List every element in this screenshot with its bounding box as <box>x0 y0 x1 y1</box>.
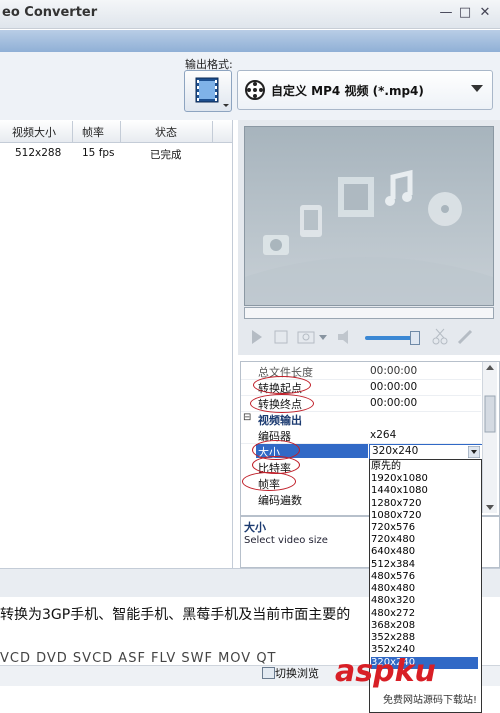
annotation-ellipse <box>242 472 296 491</box>
toolbar <box>0 30 500 52</box>
cut-icon[interactable] <box>432 328 448 345</box>
volume-icon[interactable] <box>338 330 348 344</box>
description-title: 大小 <box>244 521 266 534</box>
dropdown-option[interactable]: 720x480 <box>371 534 478 546</box>
group-toggle-icon[interactable]: ⊟ <box>243 412 251 423</box>
window-title: eo Converter <box>2 5 98 20</box>
size-select[interactable]: 320x240 <box>369 444 483 460</box>
property-scrollbar[interactable] <box>482 362 497 513</box>
dropdown-option[interactable]: 720x576 <box>371 522 478 534</box>
column-header-size[interactable]: 视频大小 <box>12 124 56 140</box>
dropdown-option[interactable]: 480x576 <box>371 571 478 583</box>
close-button[interactable]: ✕ <box>477 6 493 20</box>
property-value[interactable]: 00:00:00 <box>370 397 417 409</box>
dropdown-option[interactable]: 1920x1080 <box>371 473 478 485</box>
output-format-value: 自定义 MP4 视频 (*.mp4) <box>271 84 424 98</box>
play-icon[interactable] <box>252 330 262 344</box>
video-preview <box>244 126 494 306</box>
seek-bar[interactable] <box>244 307 494 319</box>
switch-browse-button[interactable]: 切换浏览 <box>275 665 319 681</box>
column-header-status[interactable]: 状态 <box>155 124 177 140</box>
supported-formats: VCD DVD SVCD ASF FLV SWF MOV QT <box>0 651 277 666</box>
dropdown-option[interactable]: 1280x720 <box>371 498 478 510</box>
folder-icon <box>262 667 275 679</box>
row-size-cell[interactable]: 512x288 <box>15 147 61 159</box>
annotation-ellipse <box>253 376 311 394</box>
annotation-ellipse <box>250 394 314 413</box>
settings-icon[interactable] <box>457 329 473 345</box>
music-note-icon <box>385 169 413 206</box>
description-text: Select video size <box>244 535 328 546</box>
file-list <box>0 120 233 568</box>
property-group-title: 视频输出 <box>258 414 302 427</box>
film-icon <box>338 177 374 217</box>
annotation-ellipse <box>252 456 300 474</box>
column-divider <box>72 121 73 142</box>
dropdown-option[interactable]: 1440x1080 <box>371 485 478 497</box>
chevron-down-icon <box>471 85 483 92</box>
column-header-fps[interactable]: 帧率 <box>82 124 104 140</box>
watermark-logo: aspku <box>335 654 436 689</box>
dropdown-option[interactable]: 480x272 <box>371 608 478 620</box>
camera-icon <box>263 235 289 255</box>
column-divider <box>120 121 121 142</box>
property-value[interactable]: x264 <box>370 429 396 441</box>
watermark-subtitle: 免费网站源码下载站! <box>383 695 478 706</box>
product-description: 转换为3GP手机、智能手机、黑莓手机及当前市面主要的 <box>0 607 351 623</box>
column-divider <box>212 121 213 142</box>
dropdown-option[interactable]: 640x480 <box>371 546 478 558</box>
format-icon-button[interactable] <box>184 70 232 112</box>
dropdown-option[interactable]: 480x480 <box>371 583 478 595</box>
minimize-button[interactable]: — <box>438 6 454 20</box>
stop-icon[interactable] <box>274 330 288 344</box>
dropdown-option[interactable]: 480x320 <box>371 595 478 607</box>
phone-icon <box>300 205 322 237</box>
property-value[interactable]: 00:00:00 <box>370 381 417 393</box>
chevron-down-icon[interactable] <box>468 446 480 458</box>
film-reel-icon <box>245 80 265 100</box>
volume-slider-handle[interactable] <box>410 331 420 345</box>
chevron-down-icon[interactable] <box>319 335 327 340</box>
row-status-cell[interactable]: 已完成 <box>150 147 182 162</box>
dropdown-option[interactable]: 352x288 <box>371 632 478 644</box>
property-name: 编码遍数 <box>258 494 302 507</box>
property-value: 00:00:00 <box>370 365 418 377</box>
row-fps-cell[interactable]: 15 fps <box>82 147 115 159</box>
dropdown-option[interactable]: 原先的 <box>371 461 478 473</box>
maximize-button[interactable]: □ <box>457 6 473 20</box>
cd-icon <box>428 192 462 226</box>
film-icon <box>195 77 229 107</box>
snapshot-icon[interactable] <box>297 331 315 344</box>
dropdown-option[interactable]: 1080x720 <box>371 510 478 522</box>
dropdown-option[interactable]: 368x208 <box>371 620 478 632</box>
size-select-value: 320x240 <box>372 445 419 457</box>
dropdown-option[interactable]: 512x384 <box>371 559 478 571</box>
